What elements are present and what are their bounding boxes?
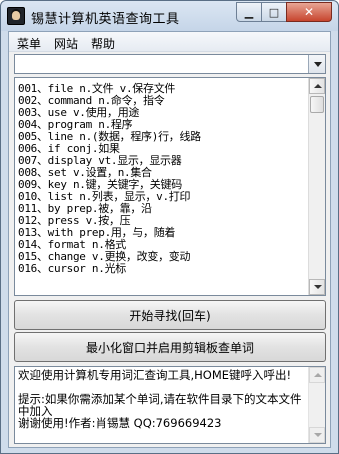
menu-item-website[interactable]: 网站 (54, 35, 78, 52)
scroll-down-arrow-icon[interactable] (309, 427, 325, 443)
portrait-icon (7, 7, 25, 25)
info-memo-scrollbar[interactable] (308, 367, 325, 443)
list-item[interactable]: 016、cursor n.光标 (18, 263, 308, 275)
title-bar[interactable]: 锡慧计算机英语查询工具 ▁ □ ✕ (1, 1, 338, 31)
portrait-face (12, 11, 20, 20)
chevron-down-icon[interactable] (308, 55, 325, 73)
scroll-down-arrow-icon[interactable] (309, 279, 325, 295)
word-list-scrollbar[interactable] (308, 78, 325, 295)
memo-line: 欢迎使用计算机专用词汇查询工具,HOME键呼入呼出! (18, 368, 292, 382)
client-area: 菜单 网站 帮助 001、file n.文件 v.保存文件 002、command… (8, 31, 331, 448)
app-window: 锡慧计算机英语查询工具 ▁ □ ✕ 菜单 网站 帮助 001、file n.文件… (0, 0, 339, 454)
info-memo-text: 欢迎使用计算机专用词汇查询工具,HOME键呼入呼出! 提示:如果你需添加某个单词… (18, 369, 303, 429)
menu-bar: 菜单 网站 帮助 (9, 32, 330, 52)
clipboard-lookup-button[interactable]: 最小化窗口并启用剪辑板查单词 (14, 332, 326, 362)
scroll-up-arrow-icon[interactable] (309, 367, 325, 383)
scroll-up-arrow-icon[interactable] (309, 78, 325, 94)
memo-line: 提示:如果你需添加某个单词,请在软件目录下的文本文件中加入 (18, 392, 302, 418)
menu-item-menu[interactable]: 菜单 (17, 35, 41, 52)
scrollbar-thumb[interactable] (310, 96, 324, 113)
info-memo[interactable]: 欢迎使用计算机专用词汇查询工具,HOME键呼入呼出! 提示:如果你需添加某个单词… (14, 366, 326, 444)
word-list-items: 001、file n.文件 v.保存文件 002、command n.命令，指令 0… (18, 83, 308, 275)
close-button[interactable]: ✕ (286, 2, 332, 22)
memo-line: 谢谢使用!作者:肖锡慧 QQ:769669423 (18, 416, 222, 430)
word-list[interactable]: 001、file n.文件 v.保存文件 002、command n.命令，指令 0… (14, 77, 326, 296)
maximize-button[interactable]: □ (261, 2, 287, 22)
minimize-button[interactable]: ▁ (236, 2, 262, 22)
start-search-button[interactable]: 开始寻找(回车) (14, 300, 326, 330)
search-combobox[interactable] (14, 54, 326, 74)
window-title: 锡慧计算机英语查询工具 (31, 12, 180, 27)
menu-item-help[interactable]: 帮助 (91, 35, 115, 52)
